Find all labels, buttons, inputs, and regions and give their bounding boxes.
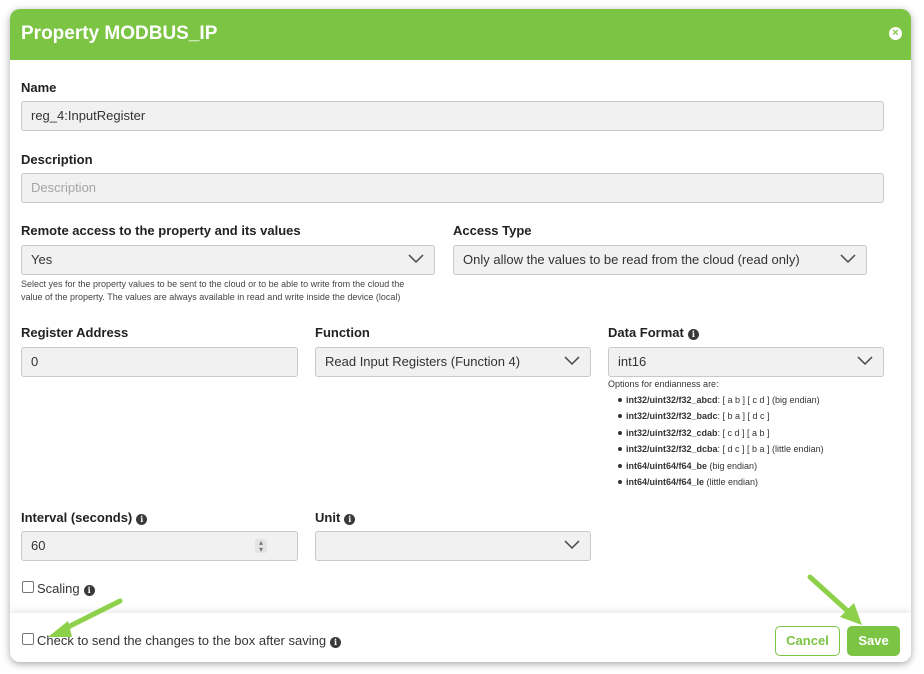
remote-access-help-line: value of the property. The values are al… xyxy=(21,292,401,302)
dialog-title: Property MODBUS_IP xyxy=(21,23,218,44)
chevron-down-icon xyxy=(564,540,580,550)
name-input[interactable]: reg_4:InputRegister xyxy=(21,101,884,131)
list-item: int64/uint64/f64_le (little endian) xyxy=(608,474,824,490)
access-type-select[interactable]: Only allow the values to be read from th… xyxy=(453,245,867,275)
unit-select[interactable] xyxy=(315,531,591,561)
list-item: int32/uint32/f32_cdab: [ c d ] [ a b ] xyxy=(608,425,824,441)
endianness-help: Options for endianness are: int32/uint32… xyxy=(608,379,824,490)
number-stepper[interactable]: ▴ ▾ xyxy=(255,539,267,554)
endian-option-desc: : [ c d ] [ a b ] xyxy=(717,427,770,438)
access-type-label: Access Type xyxy=(453,223,532,238)
scaling-label: Scaling i xyxy=(37,581,95,596)
info-icon[interactable]: i xyxy=(687,329,699,340)
endian-option-desc: (big endian) xyxy=(707,460,758,471)
interval-input[interactable]: 60 ▴ ▾ xyxy=(21,531,298,561)
endian-option-name: int32/uint32/f32_badc xyxy=(626,411,718,422)
interval-label: Interval (seconds) i xyxy=(21,510,148,525)
endianness-intro: Options for endianness are: xyxy=(608,379,719,389)
list-item: int32/uint32/f32_dcba: [ d c ] [ b a ] (… xyxy=(608,441,824,457)
data-format-value: int16 xyxy=(618,354,647,369)
info-icon[interactable]: i xyxy=(330,637,342,648)
data-format-select[interactable]: int16 xyxy=(608,347,884,377)
endian-option-name: int32/uint32/f32_dcba xyxy=(626,444,718,455)
annotation-arrow-icon xyxy=(807,574,862,625)
endian-option-desc: : [ d c ] [ b a ] (little endian) xyxy=(717,444,824,455)
endian-option-desc: : [ b a ] [ d c ] xyxy=(717,411,770,422)
chevron-down-icon xyxy=(564,356,580,366)
register-address-input[interactable]: 0 xyxy=(21,347,298,377)
chevron-down-icon xyxy=(408,254,424,264)
chevron-down-icon xyxy=(840,254,856,264)
description-input[interactable]: Description xyxy=(21,173,884,203)
close-icon[interactable]: × xyxy=(889,27,902,40)
annotation-arrow-icon xyxy=(48,598,123,637)
list-item: int64/uint64/f64_be (big endian) xyxy=(608,458,824,474)
endianness-list: int32/uint32/f32_abcd: [ a b ] [ c d ] (… xyxy=(608,392,824,490)
endian-option-name: int64/uint64/f64_le xyxy=(626,477,705,488)
remote-access-select[interactable]: Yes xyxy=(21,245,435,275)
cancel-button[interactable]: Cancel xyxy=(775,626,840,656)
function-label: Function xyxy=(315,325,370,340)
scaling-checkbox[interactable] xyxy=(22,581,34,593)
send-changes-checkbox[interactable] xyxy=(22,633,34,645)
data-format-label-text: Data Format xyxy=(608,325,684,340)
function-select[interactable]: Read Input Registers (Function 4) xyxy=(315,347,591,377)
scaling-label-text: Scaling xyxy=(37,581,80,596)
info-icon[interactable]: i xyxy=(136,514,148,525)
endian-option-name: int64/uint64/f64_be xyxy=(626,460,708,471)
endian-option-name: int32/uint32/f32_abcd xyxy=(626,395,718,405)
chevron-down-icon xyxy=(857,356,873,366)
data-format-label: Data Format i xyxy=(608,325,699,340)
remote-access-help-line: Select yes for the property values to be… xyxy=(21,279,405,289)
info-icon[interactable]: i xyxy=(344,514,356,525)
interval-value: 60 xyxy=(31,538,46,553)
remote-access-help: Select yes for the property values to be… xyxy=(21,278,404,304)
save-button[interactable]: Save xyxy=(847,626,900,656)
interval-label-text: Interval (seconds) xyxy=(21,510,133,525)
property-dialog: Property MODBUS_IP × Name reg_4:InputReg… xyxy=(10,9,911,662)
endian-option-desc: (little endian) xyxy=(704,477,759,488)
endian-option-desc: : [ a b ] [ c d ] (big endian) xyxy=(717,395,820,405)
list-item: int32/uint32/f32_badc: [ b a ] [ d c ] xyxy=(608,408,824,424)
list-item: int32/uint32/f32_abcd: [ a b ] [ c d ] (… xyxy=(608,392,824,408)
remote-access-label: Remote access to the property and its va… xyxy=(21,223,301,238)
unit-label-text: Unit xyxy=(315,510,341,525)
endian-option-name: int32/uint32/f32_cdab xyxy=(626,427,718,438)
function-value: Read Input Registers (Function 4) xyxy=(325,354,521,369)
register-address-label: Register Address xyxy=(21,325,129,340)
name-label: Name xyxy=(21,80,57,95)
unit-label: Unit i xyxy=(315,510,356,525)
remote-access-value: Yes xyxy=(31,252,53,267)
description-label: Description xyxy=(21,152,93,167)
dialog-header: Property MODBUS_IP × xyxy=(10,9,911,60)
access-type-value: Only allow the values to be read from th… xyxy=(463,252,800,267)
